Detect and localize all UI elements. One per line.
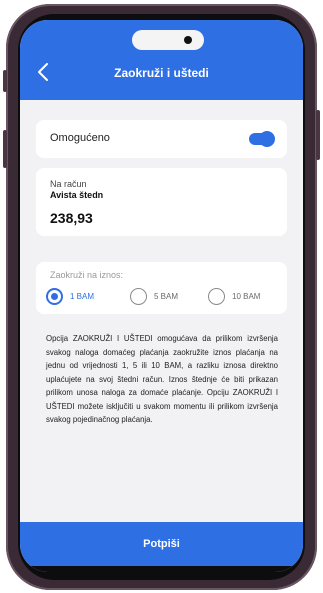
radio-selected-icon (46, 287, 63, 305)
enable-toggle[interactable] (249, 131, 275, 147)
radio-option-1-bam[interactable]: 1 BAM (46, 286, 94, 306)
round-amount-card: Zaokruži na iznos: 1 BAM 5 BAM 10 BAM (36, 262, 287, 314)
account-label: Na račun (50, 179, 87, 189)
radio-unselected-icon (130, 287, 147, 305)
dynamic-island (132, 30, 204, 50)
sign-button[interactable]: Potpiši (20, 522, 303, 566)
radio-option-5-bam[interactable]: 5 BAM (130, 286, 178, 306)
account-card[interactable]: Na račun Avista štedn 238,93 (36, 168, 287, 236)
round-amount-options: 1 BAM 5 BAM 10 BAM (46, 286, 281, 306)
side-button-volume-down (3, 130, 7, 168)
account-balance: 238,93 (50, 210, 93, 226)
enable-label: Omogućeno (50, 132, 110, 144)
radio-option-label: 5 BAM (154, 291, 179, 301)
feature-description: Opcija ZAOKRUŽI I UŠTEDI omogućava da pr… (46, 334, 278, 424)
radio-unselected-icon (208, 287, 225, 305)
side-button-power (316, 110, 320, 160)
app-screen: Zaokruži i uštedi Omogućeno Na račun Avi… (20, 20, 303, 572)
side-button-volume-up (3, 70, 7, 92)
radio-option-10-bam[interactable]: 10 BAM (208, 286, 260, 306)
camera-icon (184, 36, 192, 44)
enable-card: Omogućeno (36, 120, 287, 158)
round-amount-label: Zaokruži na iznos: (50, 270, 124, 280)
bottom-bezel (20, 566, 303, 572)
toggle-knob (259, 131, 275, 147)
radio-option-label: 10 BAM (232, 291, 261, 301)
radio-option-label: 1 BAM (70, 291, 95, 301)
account-name: Avista štedn (50, 190, 104, 200)
page-title: Zaokruži i uštedi (114, 66, 209, 80)
radio-dot (51, 292, 58, 300)
